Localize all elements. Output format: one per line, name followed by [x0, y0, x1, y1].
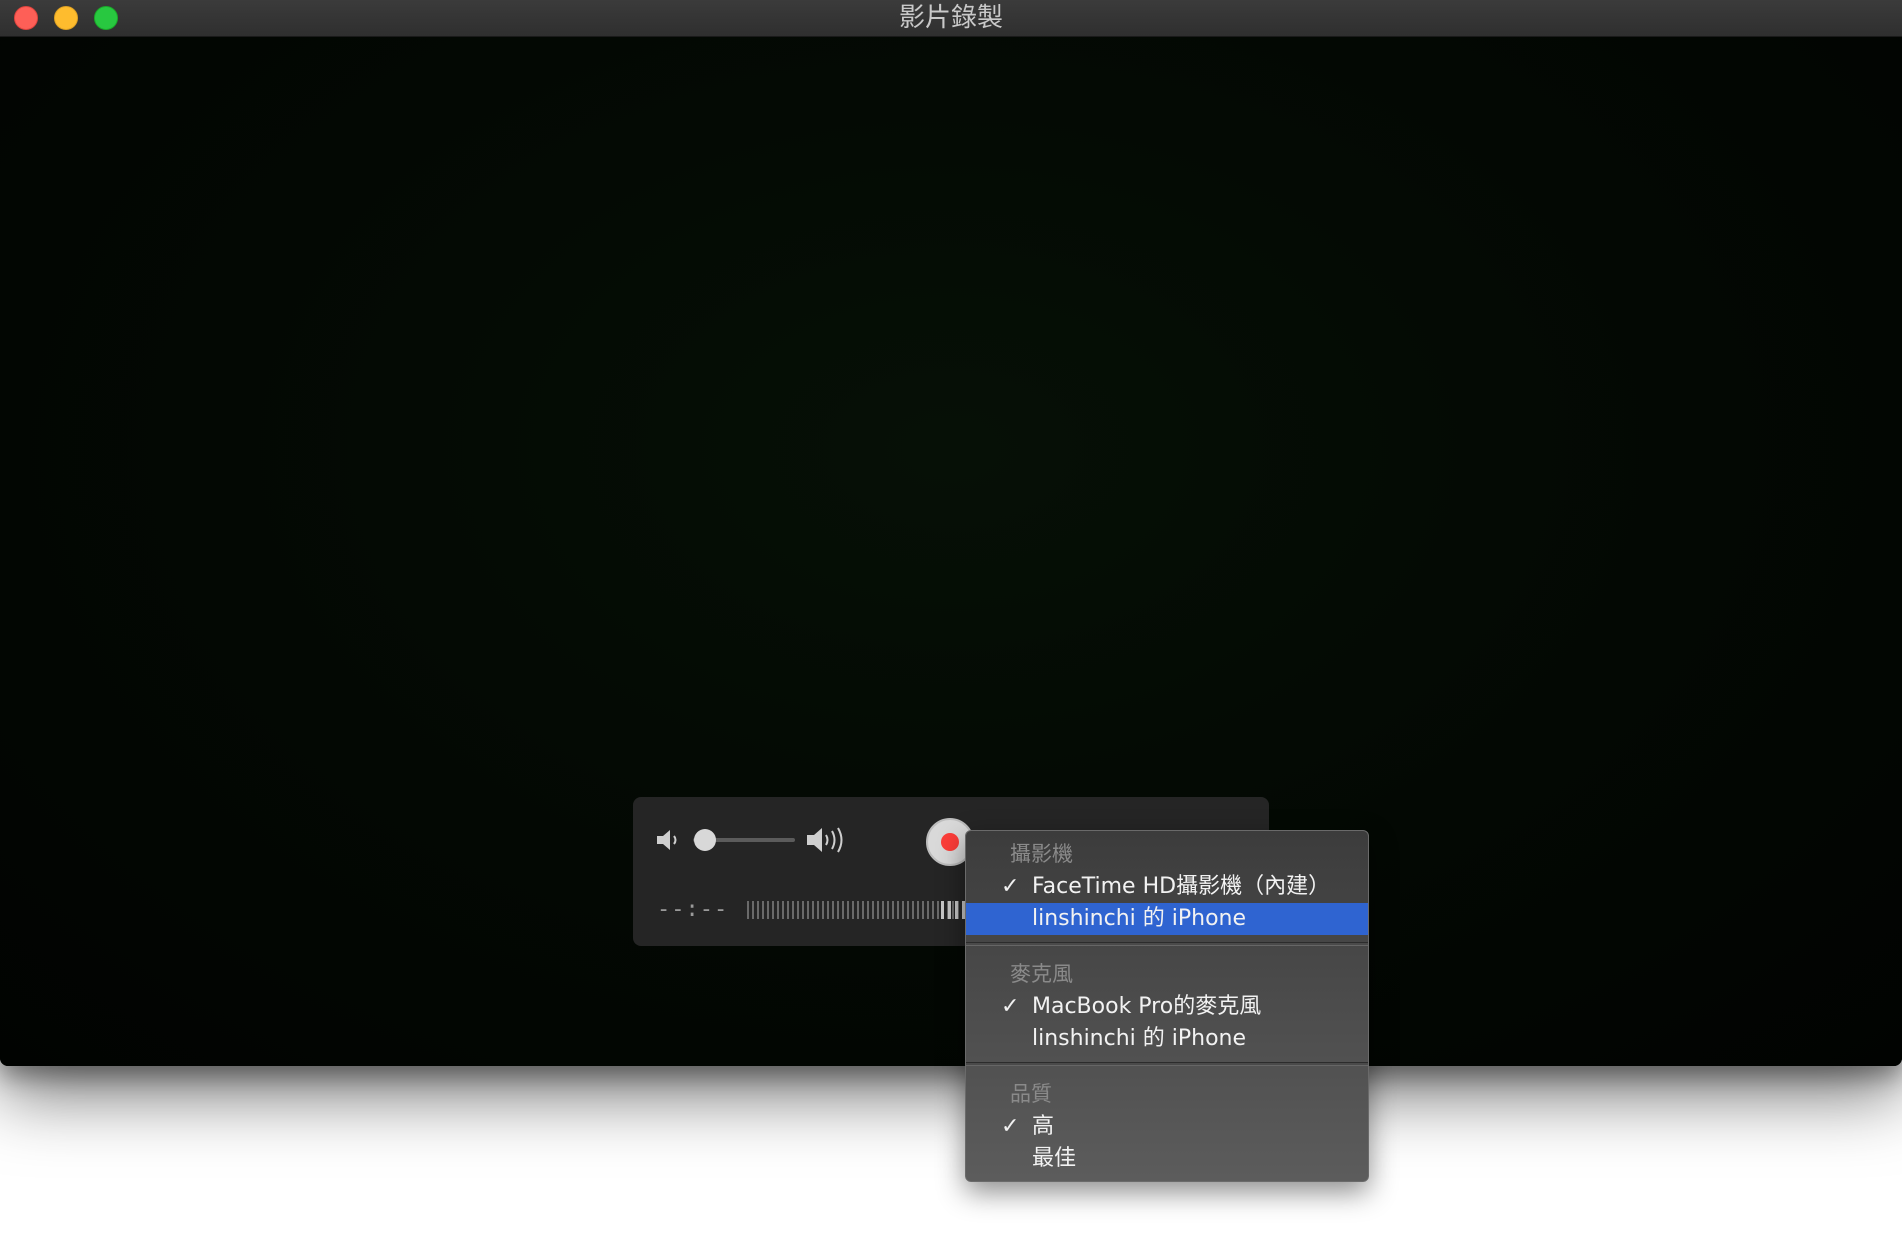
checkmark-icon: ✓	[1001, 1114, 1020, 1139]
options-menu: 攝影機 ✓ FaceTime HD攝影機（內建） linshinchi 的 iP…	[965, 830, 1369, 1182]
checkmark-icon: ✓	[1001, 874, 1020, 899]
volume-high-icon[interactable]	[805, 825, 851, 855]
menu-separator	[966, 942, 1368, 946]
menu-separator	[966, 1062, 1368, 1066]
menu-item-label: linshinchi 的 iPhone	[1032, 906, 1247, 931]
quality-section-header: 品質	[1010, 1082, 1052, 1106]
menu-item-label: 最佳	[1032, 1146, 1077, 1171]
menu-item-mic-macbook[interactable]: ✓ MacBook Pro的麥克風	[966, 991, 1368, 1023]
elapsed-time: --:--	[657, 897, 729, 922]
checkmark-icon: ✓	[1001, 994, 1020, 1019]
menu-item-quality-high[interactable]: ✓ 高	[966, 1111, 1368, 1143]
menu-item-label: linshinchi 的 iPhone	[1032, 1026, 1247, 1051]
volume-knob[interactable]	[694, 829, 716, 851]
quicktime-window: 影片錄製 --:--	[0, 0, 1902, 1066]
menu-item-label: MacBook Pro的麥克風	[1032, 994, 1262, 1019]
window-title: 影片錄製	[898, 3, 1003, 33]
audio-level-meter	[747, 901, 967, 919]
menu-item-camera-iphone[interactable]: linshinchi 的 iPhone	[966, 903, 1368, 935]
camera-section-header: 攝影機	[1010, 842, 1073, 866]
title-bar[interactable]: 影片錄製	[0, 0, 1902, 37]
video-preview: --:--	[0, 37, 1902, 1066]
menu-item-quality-max[interactable]: 最佳	[966, 1143, 1368, 1175]
microphone-section-header: 麥克風	[1010, 962, 1073, 986]
menu-item-label: 高	[1032, 1114, 1055, 1139]
menu-item-label: FaceTime HD攝影機（內建）	[1032, 874, 1331, 899]
audio-level-peak	[941, 901, 967, 919]
menu-item-mic-iphone[interactable]: linshinchi 的 iPhone	[966, 1023, 1368, 1055]
volume-low-icon[interactable]	[655, 827, 685, 853]
menu-item-camera-facetime[interactable]: ✓ FaceTime HD攝影機（內建）	[966, 871, 1368, 903]
record-icon	[941, 833, 959, 851]
